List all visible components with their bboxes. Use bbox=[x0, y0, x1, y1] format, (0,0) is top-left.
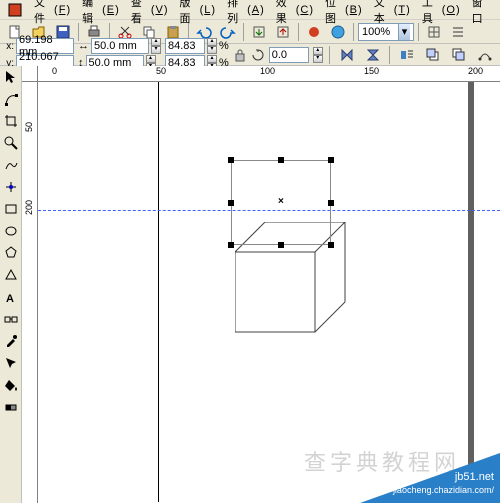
page-edge bbox=[158, 82, 159, 502]
blend-tool[interactable] bbox=[1, 309, 21, 329]
cube-object[interactable] bbox=[235, 222, 355, 342]
width-input[interactable]: 50.0 mm bbox=[91, 38, 149, 54]
property-bar: x:69.198 mm y:210.067 mm ↔50.0 mm▴▾ ↕50.… bbox=[0, 44, 500, 66]
svg-text:A: A bbox=[6, 293, 14, 305]
convert-curves-icon[interactable] bbox=[474, 45, 496, 65]
handle-se[interactable] bbox=[328, 242, 334, 248]
app-launcher-icon[interactable] bbox=[303, 22, 325, 42]
options-icon[interactable] bbox=[447, 22, 469, 42]
snap-icon[interactable] bbox=[423, 22, 445, 42]
lock-ratio-icon[interactable] bbox=[233, 48, 247, 62]
vertical-ruler[interactable]: 50 200 bbox=[22, 82, 38, 503]
pick-tool[interactable] bbox=[1, 67, 21, 87]
handle-sw[interactable] bbox=[228, 242, 234, 248]
work-area: A 0 50 100 150 200 50 200 bbox=[0, 66, 500, 503]
menubar: 文件(F) 编辑(E) 查看(V) 版面(L) 排列(A) 效果(C) 位图(B… bbox=[0, 0, 500, 20]
eyedropper-tool[interactable] bbox=[1, 331, 21, 351]
handle-s[interactable] bbox=[278, 242, 284, 248]
rotation-input[interactable]: 0.0 bbox=[269, 47, 309, 63]
interactive-fill-tool[interactable] bbox=[1, 397, 21, 417]
basic-shapes-tool[interactable] bbox=[1, 265, 21, 285]
handle-nw[interactable] bbox=[228, 157, 234, 163]
x-label: x: bbox=[4, 41, 14, 52]
toolbox: A bbox=[0, 66, 22, 503]
fill-tool[interactable] bbox=[1, 375, 21, 395]
chevron-down-icon[interactable]: ▾ bbox=[398, 24, 410, 40]
import-icon[interactable] bbox=[248, 22, 270, 42]
spin-down[interactable]: ▾ bbox=[151, 46, 161, 54]
page-shadow bbox=[468, 82, 474, 502]
spin-up[interactable]: ▴ bbox=[151, 38, 161, 46]
smart-tool[interactable] bbox=[1, 177, 21, 197]
freehand-tool[interactable] bbox=[1, 155, 21, 175]
text-tool[interactable]: A bbox=[1, 287, 21, 307]
mirror-v-icon[interactable] bbox=[362, 45, 384, 65]
zoom-level[interactable]: 100%▾ bbox=[358, 23, 414, 41]
rectangle-tool[interactable] bbox=[1, 199, 21, 219]
export-icon[interactable] bbox=[272, 22, 294, 42]
scale-x[interactable]: 84.83 bbox=[165, 38, 205, 54]
to-back-icon[interactable] bbox=[448, 45, 470, 65]
handle-w[interactable] bbox=[228, 200, 234, 206]
outline-tool[interactable] bbox=[1, 353, 21, 373]
handle-e[interactable] bbox=[328, 200, 334, 206]
ruler-origin[interactable] bbox=[22, 66, 38, 82]
shape-tool[interactable] bbox=[1, 89, 21, 109]
polygon-tool[interactable] bbox=[1, 243, 21, 263]
to-front-icon[interactable] bbox=[422, 45, 444, 65]
selection-center[interactable]: × bbox=[278, 196, 284, 207]
handle-ne[interactable] bbox=[328, 157, 334, 163]
width-icon: ↔ bbox=[78, 40, 89, 52]
win-icon[interactable] bbox=[2, 1, 28, 19]
horizontal-ruler[interactable]: 0 50 100 150 200 bbox=[38, 66, 500, 82]
handle-n[interactable] bbox=[278, 157, 284, 163]
wrap-icon[interactable] bbox=[396, 45, 418, 65]
watermark-text: jb51.net jiaocheng.chazidian.com/ bbox=[393, 471, 494, 497]
crop-tool[interactable] bbox=[1, 111, 21, 131]
ellipse-tool[interactable] bbox=[1, 221, 21, 241]
rotate-icon bbox=[251, 48, 265, 62]
mirror-h-icon[interactable] bbox=[336, 45, 358, 65]
spin-up[interactable]: ▴ bbox=[146, 55, 156, 63]
canvas-area: 0 50 100 150 200 50 200 bbox=[22, 66, 500, 503]
canvas[interactable]: × bbox=[38, 82, 500, 503]
guideline[interactable] bbox=[38, 210, 500, 211]
zoom-tool[interactable] bbox=[1, 133, 21, 153]
menu-window[interactable]: 窗口 bbox=[466, 0, 498, 28]
world-icon[interactable] bbox=[327, 22, 349, 42]
